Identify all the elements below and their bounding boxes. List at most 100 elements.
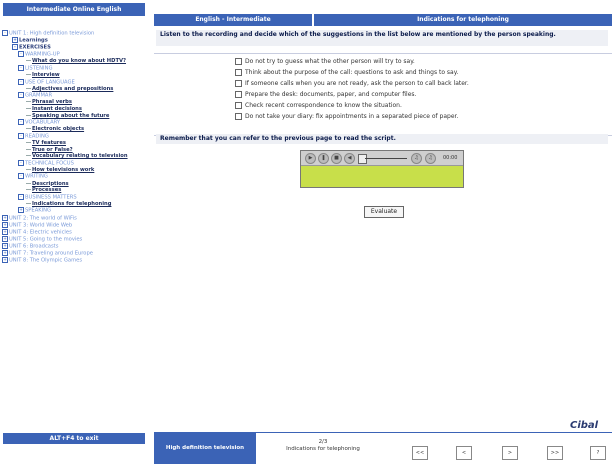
collapse-icon[interactable]: - [18,64,24,71]
suggestion-option[interactable]: Do not take your diary: fix appointments… [235,113,458,121]
checkbox[interactable] [235,102,242,109]
tree-leaf-item[interactable]: Interview [2,72,146,79]
collapse-icon[interactable]: - [2,30,8,36]
tree-item-label: UNIT 8: The Olympic Games [9,257,83,264]
tree-item-label: WRITING [25,173,48,180]
tree-unit-item[interactable]: + UNIT 8: The Olympic Games [2,257,146,264]
seek-slider-handle[interactable] [358,154,367,164]
tree-section-item[interactable]: - GRAMMAR [2,92,146,99]
tree-section-item[interactable]: - EXERCISES [2,44,146,51]
evaluate-button[interactable]: Evaluate [364,206,404,218]
seek-slider-track[interactable] [365,158,407,159]
time-display: 00:00 [443,155,458,161]
suggestion-option[interactable]: Prepare the desk: documents, paper, and … [235,91,416,99]
mute-icon[interactable]: ♫ [411,153,422,164]
exercise-panel: Listen to the recording and decide which… [154,28,612,428]
option-label: Think about the purpose of the call: que… [245,69,459,76]
tree-leaf-item[interactable]: How televisions work [2,167,146,174]
audio-player: ▶ ❚ ■ ◀ ♫ ♫ 00:00 [300,150,464,188]
suggestion-option[interactable]: Check recent correspondence to know the … [235,102,402,110]
tree-connector-icon [26,87,31,89]
expand-icon[interactable]: + [2,214,8,221]
tree-leaf-item[interactable]: Vocabulary relating to television [2,153,146,160]
last-page-button[interactable]: >> [547,446,563,460]
tree-unit-item[interactable]: + UNIT 5: Going to the movies [2,235,146,243]
tree-item-label: VOCABULARY [25,119,61,126]
collapse-icon[interactable]: - [18,119,24,126]
volume-icon[interactable]: ♫ [425,153,436,164]
collapse-icon[interactable]: - [12,44,18,51]
tree-leaf-item[interactable]: Electronic objects [2,126,146,133]
checkbox[interactable] [235,69,242,76]
tree-leaf-item[interactable]: What do you know about HDTV? [2,58,146,65]
play-icon[interactable]: ▶ [305,153,316,164]
collapse-icon[interactable]: - [18,78,24,85]
tree-item-label: UNIT 5: Going to the movies [9,236,83,243]
tree-unit-item[interactable]: - UNIT 1: High definition television [2,30,146,37]
tree-leaf-item[interactable]: Phrasal verbs [2,99,146,106]
tree-leaf-item[interactable]: Descriptions [2,181,146,188]
page-number: 2/3 [318,439,328,445]
tree-section-item[interactable]: - READING [2,132,146,140]
tree-section-item[interactable]: - TECHNICAL FOCUS [2,159,146,167]
checkbox[interactable] [235,91,242,98]
collapse-icon[interactable]: - [18,92,24,99]
tree-section-item[interactable]: - LISTENING [2,64,146,72]
tree-leaf-item[interactable]: TV features [2,140,146,147]
collapse-icon[interactable]: - [18,51,24,58]
tree-item-label: Phrasal verbs [32,99,72,106]
suggestion-option[interactable]: Do not try to guess what the other perso… [235,58,415,66]
tree-item-label: TV features [32,140,66,146]
tree-item-label: UNIT 1: High definition television [9,30,95,37]
tree-section-item[interactable]: - WARMING-UP [2,51,146,58]
tree-connector-icon [26,182,31,184]
tree-unit-item[interactable]: + UNIT 4: Electric vehicles [2,228,146,236]
tree-unit-item[interactable]: + UNIT 2: The world of WiFis [2,214,146,222]
tree-item-label: How televisions work [32,166,95,173]
tree-section-item[interactable]: - WRITING [2,173,146,180]
pause-icon[interactable]: ❚ [318,153,329,164]
tree-leaf-item[interactable]: Instant decisions [2,106,146,113]
checkbox[interactable] [235,58,242,65]
collapse-icon[interactable]: - [18,159,24,166]
first-page-button[interactable]: << [412,446,428,460]
expand-icon[interactable]: + [2,250,8,256]
next-page-button[interactable]: > [502,446,518,460]
tree-leaf-item[interactable]: Speaking about the future [2,113,146,120]
expand-icon[interactable]: + [2,257,8,264]
bottom-bar: High definition television 2/3 Indicatio… [154,432,612,464]
expand-icon[interactable]: + [2,235,8,242]
tree-connector-icon [26,74,31,76]
collapse-icon[interactable]: - [18,193,24,200]
tree-section-item[interactable]: + SPEAKING [2,207,146,214]
tree-unit-item[interactable]: + UNIT 6: Broadcasts [2,242,146,250]
stop-icon[interactable]: ■ [331,153,342,164]
collapse-icon[interactable]: - [18,132,24,139]
tree-section-item[interactable]: - BUSINESS MATTERS [2,193,146,201]
expand-icon[interactable]: + [12,37,18,44]
expand-icon[interactable]: + [2,242,8,249]
previous-page-button[interactable]: < [456,446,472,460]
sidebar: Intermediate Online English - UNIT 1: Hig… [0,0,148,463]
tree-leaf-item[interactable]: True or False? [2,147,146,154]
suggestion-option[interactable]: If someone calls when you are not ready,… [235,80,469,88]
tree-connector-icon [26,114,31,116]
tree-item-label: UNIT 4: Electric vehicles [9,229,72,236]
tree-leaf-item[interactable]: Indications for telephoning [2,201,146,208]
tree-section-item[interactable]: + Learnings [2,37,146,44]
tree-section-item[interactable]: - USE OF LANGUAGE [2,78,146,86]
help-button[interactable]: ? [590,446,606,460]
expand-icon[interactable]: + [2,228,8,235]
tree-leaf-item[interactable]: Processes [2,187,146,194]
rewind-icon[interactable]: ◀ [344,153,355,164]
tree-unit-item[interactable]: + UNIT 7: Traveling around Europe [2,250,146,257]
tree-section-item[interactable]: - VOCABULARY [2,119,146,126]
tree-leaf-item[interactable]: Adjectives and prepositions [2,86,146,93]
checkbox[interactable] [235,80,242,87]
tree-unit-item[interactable]: + UNIT 3: World Wide Web [2,221,146,229]
checkbox[interactable] [235,113,242,120]
suggestion-option[interactable]: Think about the purpose of the call: que… [235,69,458,77]
expand-icon[interactable]: + [18,207,24,214]
expand-icon[interactable]: + [2,221,8,228]
collapse-icon[interactable]: - [18,173,24,180]
